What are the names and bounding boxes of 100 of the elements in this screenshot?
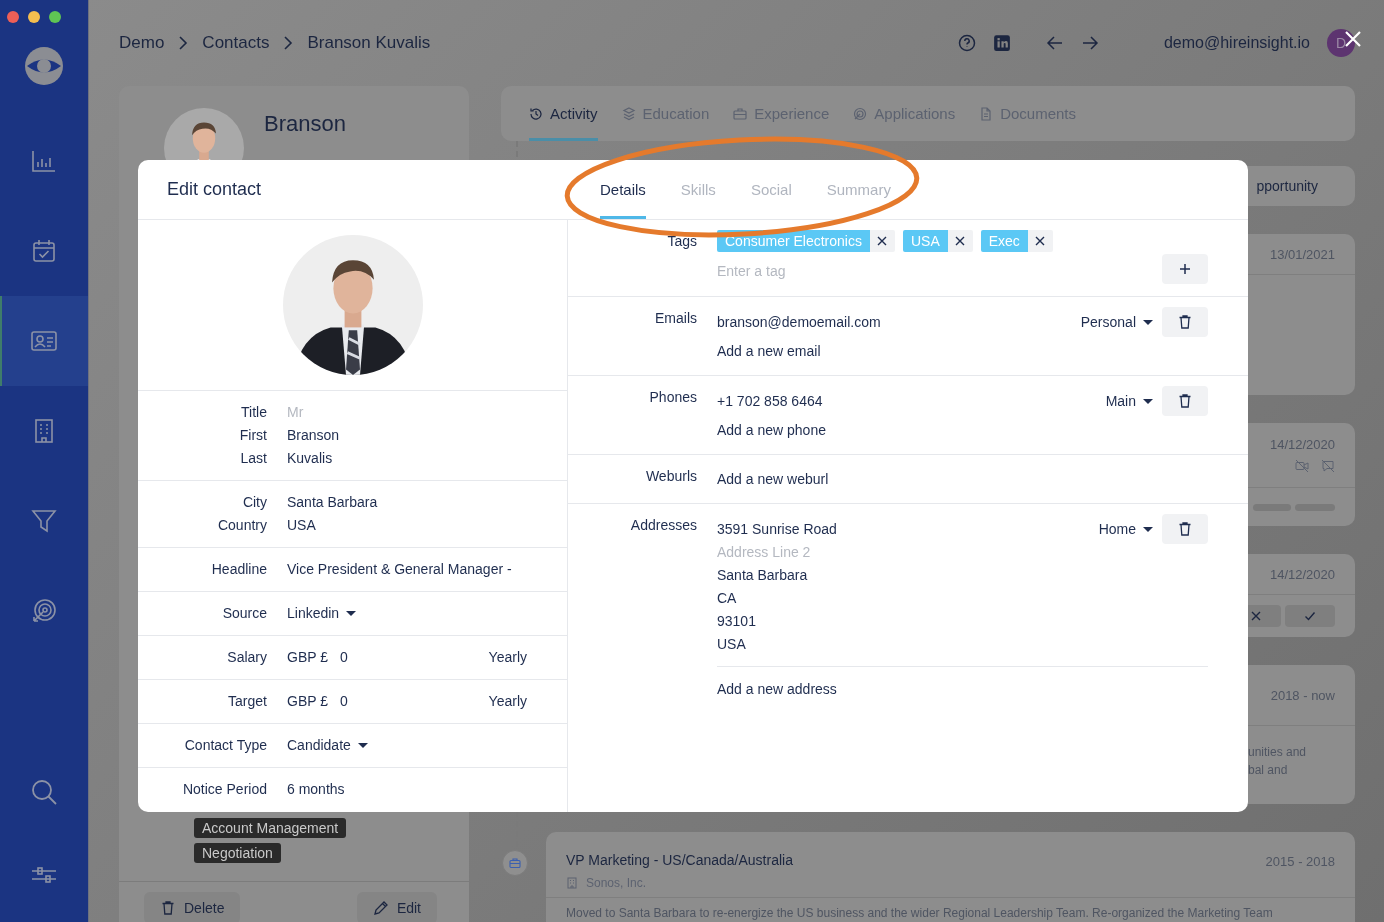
close-icon: [876, 235, 889, 247]
tab[interactable]: Details: [600, 160, 646, 219]
field-label: Phones: [648, 388, 697, 407]
field-value[interactable]: 3591 Sunrise Road: [717, 518, 837, 541]
type-dropdown[interactable]: Home: [1098, 521, 1153, 537]
field-label: Weburls: [644, 467, 697, 486]
forward-arrow-icon[interactable]: [1080, 34, 1099, 52]
field-value[interactable]: 93101: [717, 610, 837, 633]
field-value[interactable]: Branson: [287, 424, 340, 447]
close-icon[interactable]: [1344, 30, 1362, 48]
job-description: unities and: [1248, 744, 1308, 761]
field-value[interactable]: Santa Barbara: [287, 491, 378, 514]
field-value[interactable]: USA: [287, 514, 316, 537]
amount-field[interactable]: 0: [340, 690, 348, 713]
remove-tag-button[interactable]: [1027, 230, 1053, 252]
tab[interactable]: Activity: [529, 86, 598, 141]
card-date: 2018 - now: [1270, 687, 1335, 703]
period-select[interactable]: Yearly: [488, 690, 527, 713]
calendar-icon: [30, 237, 58, 265]
job-title: VP Marketing - US/Canada/Australia: [566, 852, 793, 868]
field-value[interactable]: branson@demoemail.com: [717, 311, 881, 334]
add-tag-button[interactable]: [1162, 254, 1208, 284]
type-dropdown[interactable]: Personal: [1080, 314, 1153, 330]
document-icon: [979, 106, 994, 121]
job-description: Moved to Santa Barbara to re-energize the US business and the wider Regional Leadership Team. Re-organized the Marketing Team: [566, 905, 1274, 922]
tag: USA: [902, 230, 948, 252]
close-icon: [1250, 610, 1262, 622]
field-value[interactable]: +1 702 858 6464: [717, 390, 823, 413]
history-icon: [529, 106, 543, 121]
remove-tag-button[interactable]: [869, 230, 895, 252]
plus-icon: [1179, 263, 1191, 275]
amount-field[interactable]: 0: [340, 646, 348, 669]
help-icon[interactable]: [957, 34, 976, 52]
layers-icon: [621, 106, 636, 121]
user-email: demo@hireinsight.io: [1163, 34, 1310, 52]
edit-button[interactable]: Edit: [356, 892, 437, 922]
type-dropdown[interactable]: Main: [1105, 393, 1153, 409]
field-value[interactable]: 6 months: [287, 778, 345, 801]
nav-item[interactable]: [0, 296, 88, 386]
currency-label: GBP £: [287, 648, 328, 667]
caret-icon: [1143, 526, 1153, 532]
caret-icon: [1143, 319, 1153, 325]
card-date: 14/12/2020: [1269, 566, 1335, 582]
trash-icon: [1177, 314, 1193, 330]
building-icon: [566, 877, 578, 889]
caret-icon: [1143, 398, 1153, 404]
card-date: 2015 - 2018: [1265, 853, 1335, 869]
filter-icon: [30, 507, 58, 535]
breadcrumb-link[interactable]: Contacts: [202, 33, 270, 53]
trash-icon: [160, 900, 176, 916]
card-title: pportunity: [1256, 178, 1318, 194]
field-label: Last: [239, 449, 267, 468]
breadcrumb-link[interactable]: Demo: [119, 33, 165, 53]
briefcase-icon: [733, 106, 748, 121]
target-icon: [853, 106, 868, 121]
field-value[interactable]: Santa Barbara: [717, 564, 837, 587]
add-link[interactable]: Add a new phone: [717, 422, 826, 438]
close-icon: [954, 235, 967, 247]
dialog-title: Edit contact: [167, 179, 262, 200]
delete-button[interactable]: Delete: [144, 892, 241, 922]
dropdown[interactable]: Linkedin: [287, 602, 357, 625]
field-label: Target: [227, 692, 267, 711]
period-select[interactable]: Yearly: [488, 646, 527, 669]
delete-button[interactable]: [1162, 307, 1208, 337]
field-label: Contact Type: [183, 736, 267, 755]
minimize-window-button[interactable]: [28, 11, 40, 23]
back-arrow-icon[interactable]: [1045, 34, 1064, 52]
caret-icon: [357, 743, 368, 748]
field-value[interactable]: Vice President & General Manager -: [287, 558, 512, 581]
skill-tag: Account Management: [194, 818, 347, 838]
close-window-button[interactable]: [7, 11, 19, 23]
linkedin-icon[interactable]: [992, 34, 1011, 52]
trash-icon: [1177, 521, 1193, 537]
tag: Exec: [980, 230, 1028, 252]
contact-name: Branson: [264, 110, 346, 138]
add-link[interactable]: Add a new weburl: [717, 471, 829, 487]
breadcrumb-link[interactable]: Branson Kuvalis: [307, 33, 431, 53]
field-label: Emails: [654, 309, 697, 328]
target-icon: [30, 597, 58, 625]
eye-logo-icon: [23, 45, 65, 87]
add-link[interactable]: Add a new address: [717, 681, 837, 697]
chevron-right-icon: [283, 35, 294, 51]
field-value[interactable]: Kuvalis: [287, 447, 333, 470]
field-label: Addresses: [629, 516, 697, 535]
delete-button[interactable]: [1162, 514, 1208, 544]
field-value[interactable]: CA: [717, 587, 837, 610]
field-value[interactable]: USA: [717, 633, 837, 656]
caret-icon: [346, 611, 357, 616]
zoom-window-button[interactable]: [49, 11, 61, 23]
chevron-right-icon: [178, 35, 189, 51]
add-link[interactable]: Add a new email: [717, 343, 821, 359]
field-label: City: [241, 493, 267, 512]
remove-tag-button[interactable]: [947, 230, 973, 252]
dropdown[interactable]: Candidate: [287, 734, 368, 757]
trash-icon: [1177, 393, 1193, 409]
field-label: First: [238, 426, 267, 445]
field-label: Country: [216, 516, 267, 535]
delete-button[interactable]: [1162, 386, 1208, 416]
currency-label: GBP £: [287, 692, 328, 711]
card-date: 13/01/2021: [1269, 246, 1335, 262]
